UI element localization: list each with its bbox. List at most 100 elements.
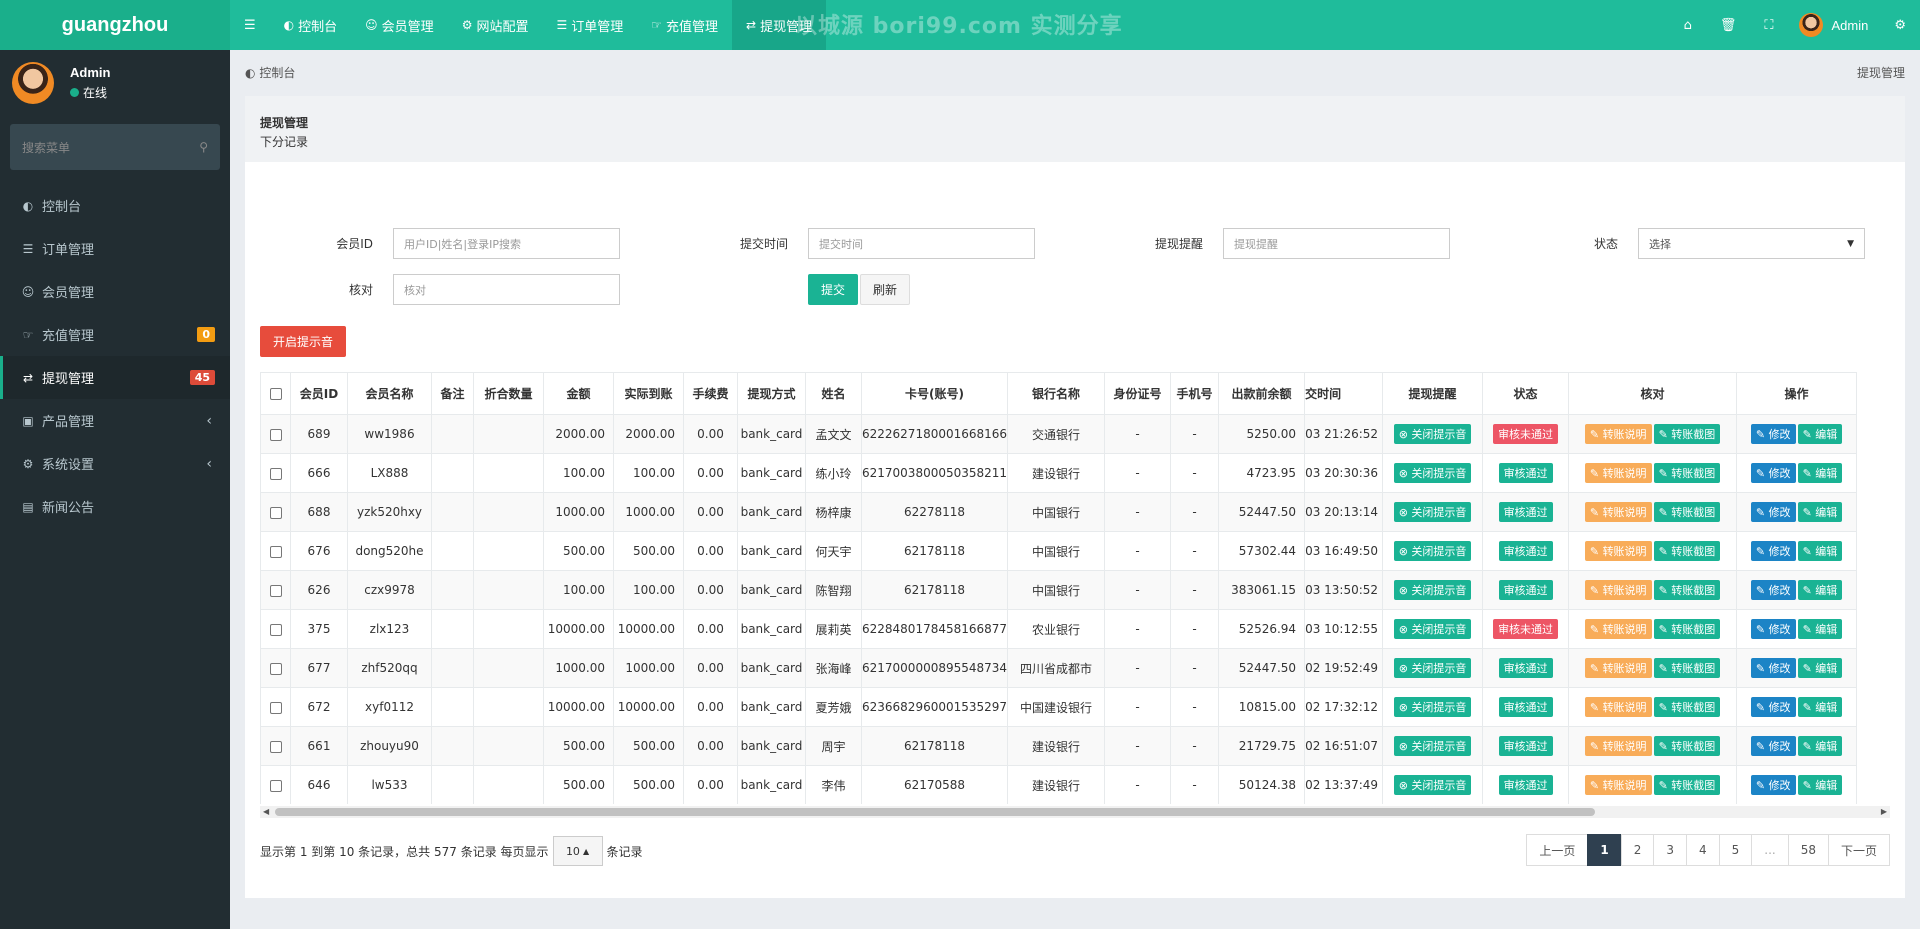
edit-button[interactable]: ✎ 编辑 <box>1797 424 1843 444</box>
sidebar-item-5[interactable]: ▣ 产品管理 ‹ <box>0 399 230 442</box>
edit-button[interactable]: ✎ 编辑 <box>1797 502 1843 522</box>
mute-reminder-button[interactable]: ⊗ 关闭提示音 <box>1393 541 1472 561</box>
row-checkbox[interactable] <box>269 623 282 636</box>
reminder-input[interactable]: 提现提醒 <box>1223 228 1450 259</box>
status-badge[interactable]: 审核通过 <box>1498 541 1553 561</box>
row-select-cell[interactable] <box>260 414 291 454</box>
mute-reminder-button[interactable]: ⊗ 关闭提示音 <box>1393 502 1472 522</box>
page-button[interactable]: 2 <box>1620 834 1655 866</box>
column-header[interactable]: 出款前余额 <box>1218 372 1306 415</box>
table-row[interactable]: 646 lw533 500.00 500.00 0.00 bank_card 李伟 62170… <box>260 765 1858 804</box>
modify-button[interactable]: ✎ 修改 <box>1750 463 1796 483</box>
sidebar-item-2[interactable]: ☺ 会员管理 <box>0 270 230 313</box>
status-badge[interactable]: 审核通过 <box>1498 658 1553 678</box>
top-user-menu[interactable]: Admin <box>1787 13 1880 37</box>
mute-reminder-button[interactable]: ⊗ 关闭提示音 <box>1393 619 1472 639</box>
row-select-cell[interactable] <box>260 531 291 571</box>
home-icon[interactable]: ⌂ <box>1670 18 1706 33</box>
settings-gear-icon[interactable]: ⚙ <box>1880 18 1920 33</box>
column-header[interactable]: 提现方式 <box>737 372 806 415</box>
table-row[interactable]: 661 zhouyu90 500.00 500.00 0.00 bank_card 周宇 62… <box>260 726 1858 766</box>
search-icon[interactable]: ⚲ <box>199 140 208 154</box>
row-checkbox[interactable] <box>269 545 282 558</box>
transfer-screenshot-button[interactable]: ✎ 转账截图 <box>1653 736 1721 756</box>
mute-reminder-button[interactable]: ⊗ 关闭提示音 <box>1393 580 1472 600</box>
table-row[interactable]: 666 LX888 100.00 100.00 0.00 bank_card 练小玲 6217… <box>260 453 1858 493</box>
transfer-screenshot-button[interactable]: ✎ 转账截图 <box>1653 580 1721 600</box>
status-badge[interactable]: 审核通过 <box>1498 697 1553 717</box>
topnav-item-3[interactable]: ☰ 订单管理 <box>542 0 637 50</box>
menu-toggle-icon[interactable]: ☰ <box>230 0 270 50</box>
table-row[interactable]: 375 zlx123 10000.00 10000.00 0.00 bank_card 展莉… <box>260 609 1858 649</box>
transfer-note-button[interactable]: ✎ 转账说明 <box>1584 580 1652 600</box>
sidebar-search-input[interactable]: 搜索菜单 <box>22 139 199 156</box>
mute-reminder-button[interactable]: ⊗ 关闭提示音 <box>1393 775 1472 795</box>
column-header[interactable]: 实际到账 <box>613 372 684 415</box>
transfer-note-button[interactable]: ✎ 转账说明 <box>1584 736 1652 756</box>
column-header[interactable]: 手续费 <box>683 372 738 415</box>
column-header[interactable]: 核对 <box>1568 372 1738 415</box>
sidebar-item-3[interactable]: ☞ 充值管理 0 <box>0 313 230 356</box>
edit-button[interactable]: ✎ 编辑 <box>1797 697 1843 717</box>
mute-reminder-button[interactable]: ⊗ 关闭提示音 <box>1393 424 1472 444</box>
column-header[interactable]: 会员ID <box>290 372 348 415</box>
submit-time-input[interactable]: 提交时间 <box>808 228 1035 259</box>
column-header[interactable]: 备注 <box>431 372 474 415</box>
horizontal-scrollbar[interactable]: ◀ ▶ <box>260 806 1890 818</box>
transfer-screenshot-button[interactable]: ✎ 转账截图 <box>1653 463 1721 483</box>
sidebar-item-1[interactable]: ☰ 订单管理 <box>0 227 230 270</box>
mute-reminder-button[interactable]: ⊗ 关闭提示音 <box>1393 736 1472 756</box>
transfer-note-button[interactable]: ✎ 转账说明 <box>1584 697 1652 717</box>
edit-button[interactable]: ✎ 编辑 <box>1797 658 1843 678</box>
column-header[interactable]: 会员名称 <box>347 372 432 415</box>
column-header[interactable]: 手机号 <box>1170 372 1220 415</box>
sidebar-item-6[interactable]: ⚙ 系统设置 ‹ <box>0 442 230 485</box>
page-size-select[interactable]: 10 ▲ <box>552 836 603 866</box>
status-badge[interactable]: 审核通过 <box>1498 463 1553 483</box>
sidebar-item-4[interactable]: ⇄ 提现管理 45 <box>0 356 230 399</box>
edit-button[interactable]: ✎ 编辑 <box>1797 736 1843 756</box>
transfer-note-button[interactable]: ✎ 转账说明 <box>1584 619 1652 639</box>
status-select[interactable]: 选择 ▼ <box>1638 228 1865 259</box>
row-select-cell[interactable] <box>260 726 291 766</box>
sidebar-item-0[interactable]: ◐ 控制台 <box>0 184 230 227</box>
row-select-cell[interactable] <box>260 765 291 804</box>
table-row[interactable]: 672 xyf0112 10000.00 10000.00 0.00 bank_card 夏… <box>260 687 1858 727</box>
status-badge[interactable]: 审核通过 <box>1498 736 1553 756</box>
column-header[interactable]: 交时间 <box>1304 372 1384 415</box>
column-header[interactable]: 提现提醒 <box>1382 372 1484 415</box>
transfer-note-button[interactable]: ✎ 转账说明 <box>1584 541 1652 561</box>
select-all-cell[interactable] <box>260 372 291 415</box>
next-page-button[interactable]: 下一页 <box>1827 834 1890 866</box>
status-badge[interactable]: 审核通过 <box>1498 775 1553 795</box>
row-select-cell[interactable] <box>260 570 291 610</box>
row-checkbox[interactable] <box>269 740 282 753</box>
prev-page-button[interactable]: 上一页 <box>1526 834 1589 866</box>
column-header[interactable]: 银行名称 <box>1007 372 1106 415</box>
page-button[interactable]: 58 <box>1787 834 1829 866</box>
sidebar-item-7[interactable]: ▤ 新闻公告 <box>0 485 230 528</box>
edit-button[interactable]: ✎ 编辑 <box>1797 580 1843 600</box>
transfer-screenshot-button[interactable]: ✎ 转账截图 <box>1653 697 1721 717</box>
page-button[interactable]: 1 <box>1587 834 1622 866</box>
modify-button[interactable]: ✎ 修改 <box>1750 580 1796 600</box>
row-select-cell[interactable] <box>260 609 291 649</box>
scroll-left-icon[interactable]: ◀ <box>263 806 269 818</box>
transfer-screenshot-button[interactable]: ✎ 转账截图 <box>1653 775 1721 795</box>
page-button[interactable]: 5 <box>1718 834 1753 866</box>
topnav-item-2[interactable]: ⚙ 网站配置 <box>448 0 543 50</box>
column-header[interactable]: 卡号(账号) <box>860 372 1009 415</box>
mute-reminder-button[interactable]: ⊗ 关闭提示音 <box>1393 463 1472 483</box>
row-checkbox[interactable] <box>269 428 282 441</box>
column-header[interactable]: 金额 <box>543 372 614 415</box>
column-header[interactable]: 姓名 <box>805 372 862 415</box>
table-row[interactable]: 688 yzk520hxy 1000.00 1000.00 0.00 bank_card 杨… <box>260 492 1858 532</box>
modify-button[interactable]: ✎ 修改 <box>1750 697 1796 717</box>
refresh-button[interactable]: 刷新 <box>860 274 910 305</box>
status-badge[interactable]: 审核通过 <box>1498 502 1553 522</box>
topnav-item-0[interactable]: ◐ 控制台 <box>270 0 352 50</box>
member-id-input[interactable]: 用户ID|姓名|登录IP搜索 <box>393 228 620 259</box>
column-header[interactable]: 折合数量 <box>473 372 544 415</box>
modify-button[interactable]: ✎ 修改 <box>1750 736 1796 756</box>
table-row[interactable]: 626 czx9978 100.00 100.00 0.00 bank_card 陈智翔 62… <box>260 570 1858 610</box>
